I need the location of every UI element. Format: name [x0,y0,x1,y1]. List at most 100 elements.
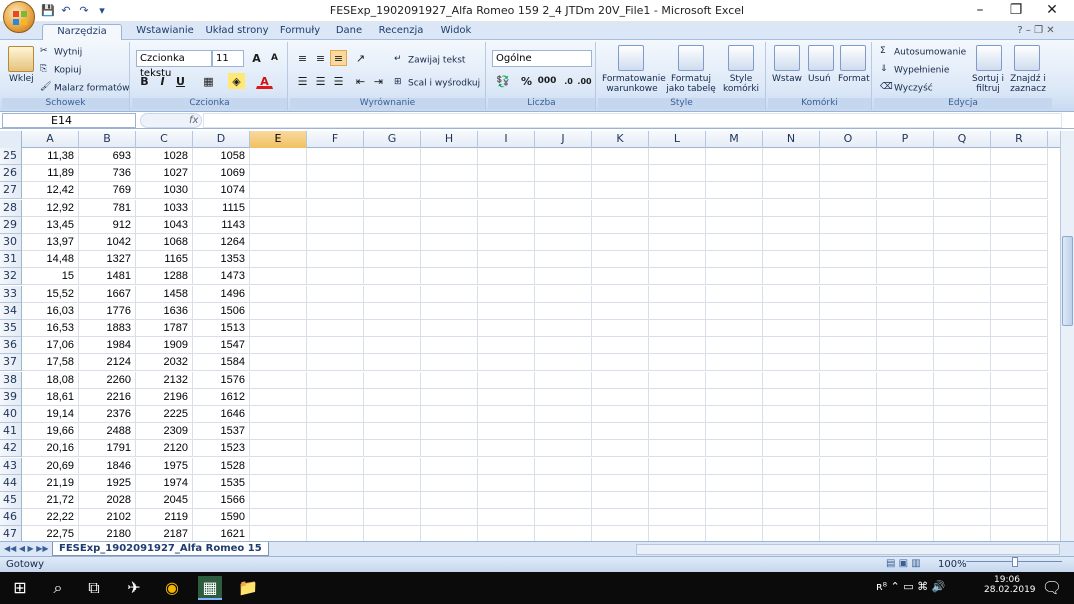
cell-b[interactable]: 1791 [79,440,136,458]
cell-n[interactable] [763,474,820,492]
cell-c[interactable]: 2132 [136,371,193,389]
column-header-d[interactable]: D [193,131,250,148]
horizontal-scrollbar[interactable] [636,544,1060,555]
cell-e[interactable] [250,371,307,389]
cell-b[interactable]: 1984 [79,337,136,355]
cell-b[interactable]: 1042 [79,234,136,251]
cell-r[interactable] [991,406,1048,423]
cell-p[interactable] [877,440,934,458]
cell-h[interactable] [421,526,478,541]
minimize-button[interactable]: – [962,0,998,22]
cell-g[interactable] [364,285,421,303]
cell-k[interactable] [592,457,649,475]
row-header[interactable]: 28 [0,199,22,217]
cell-m[interactable] [706,526,763,541]
cell-c[interactable]: 1030 [136,182,193,200]
cell-p[interactable] [877,492,934,509]
cell-o[interactable] [820,492,877,509]
cell-f[interactable] [307,509,364,527]
cell-d[interactable]: 1528 [193,457,250,475]
cell-m[interactable] [706,320,763,337]
cell-o[interactable] [820,199,877,217]
cell-l[interactable] [649,337,706,355]
row-header[interactable]: 45 [0,492,22,509]
delete-button[interactable]: Usuń [808,74,831,84]
cell-o[interactable] [820,371,877,389]
cell-p[interactable] [877,165,934,183]
cell-q[interactable] [934,457,991,475]
cell-r[interactable] [991,526,1048,541]
cell-p[interactable] [877,285,934,303]
cell-e[interactable] [250,234,307,251]
cell-j[interactable] [535,182,592,200]
cell-r[interactable] [991,423,1048,441]
vertical-scroll-thumb[interactable] [1062,236,1073,326]
increase-decimal-icon[interactable]: .0 [560,73,577,89]
cell-c[interactable]: 1027 [136,165,193,183]
cell-d[interactable]: 1143 [193,216,250,234]
find-select-button[interactable]: Znajdź i zaznacz [1008,74,1048,94]
cell-f[interactable] [307,148,364,165]
cell-c[interactable]: 1458 [136,285,193,303]
cell-f[interactable] [307,457,364,475]
cell-c[interactable]: 1975 [136,457,193,475]
row-header[interactable]: 38 [0,371,22,389]
cell-a[interactable]: 15 [22,268,79,286]
cell-l[interactable] [649,320,706,337]
cell-f[interactable] [307,320,364,337]
align-left-icon[interactable]: ☰ [294,73,311,89]
row-header[interactable]: 30 [0,234,22,251]
increase-indent-icon[interactable]: ⇥ [370,73,387,89]
cell-b[interactable]: 2488 [79,423,136,441]
cell-m[interactable] [706,388,763,406]
cell-q[interactable] [934,526,991,541]
cell-k[interactable] [592,165,649,183]
cell-m[interactable] [706,492,763,509]
cell-l[interactable] [649,440,706,458]
cell-l[interactable] [649,148,706,165]
cell-o[interactable] [820,234,877,251]
cell-g[interactable] [364,406,421,423]
cell-r[interactable] [991,165,1048,183]
cell-i[interactable] [478,423,535,441]
cell-n[interactable] [763,423,820,441]
cell-o[interactable] [820,216,877,234]
cell-d[interactable]: 1535 [193,474,250,492]
row-header[interactable]: 25 [0,148,22,165]
cell-g[interactable] [364,354,421,372]
cell-a[interactable]: 20,16 [22,440,79,458]
cell-i[interactable] [478,406,535,423]
cell-f[interactable] [307,492,364,509]
cell-h[interactable] [421,440,478,458]
cell-q[interactable] [934,423,991,441]
cell-q[interactable] [934,251,991,269]
align-center-icon[interactable]: ☰ [312,73,329,89]
cell-q[interactable] [934,302,991,320]
cell-e[interactable] [250,509,307,527]
cell-h[interactable] [421,165,478,183]
cell-b[interactable]: 2028 [79,492,136,509]
cell-g[interactable] [364,492,421,509]
cell-l[interactable] [649,474,706,492]
cell-g[interactable] [364,371,421,389]
cell-k[interactable] [592,406,649,423]
cell-h[interactable] [421,423,478,441]
cell-n[interactable] [763,302,820,320]
cell-n[interactable] [763,388,820,406]
windows-start-icon[interactable]: ⊞ [8,576,32,600]
cell-p[interactable] [877,354,934,372]
cell-b[interactable]: 2180 [79,526,136,541]
cell-j[interactable] [535,388,592,406]
tab-review[interactable]: Recenzja [376,24,426,40]
column-header-g[interactable]: G [364,131,421,148]
cell-c[interactable]: 1787 [136,320,193,337]
row-header[interactable]: 34 [0,302,22,320]
cell-f[interactable] [307,388,364,406]
row-header[interactable]: 43 [0,457,22,475]
cell-g[interactable] [364,234,421,251]
cell-r[interactable] [991,492,1048,509]
tab-view[interactable]: Widok [436,24,476,40]
cell-n[interactable] [763,182,820,200]
bold-button[interactable]: B [136,73,153,89]
align-bottom-icon[interactable]: ≡ [330,50,347,66]
